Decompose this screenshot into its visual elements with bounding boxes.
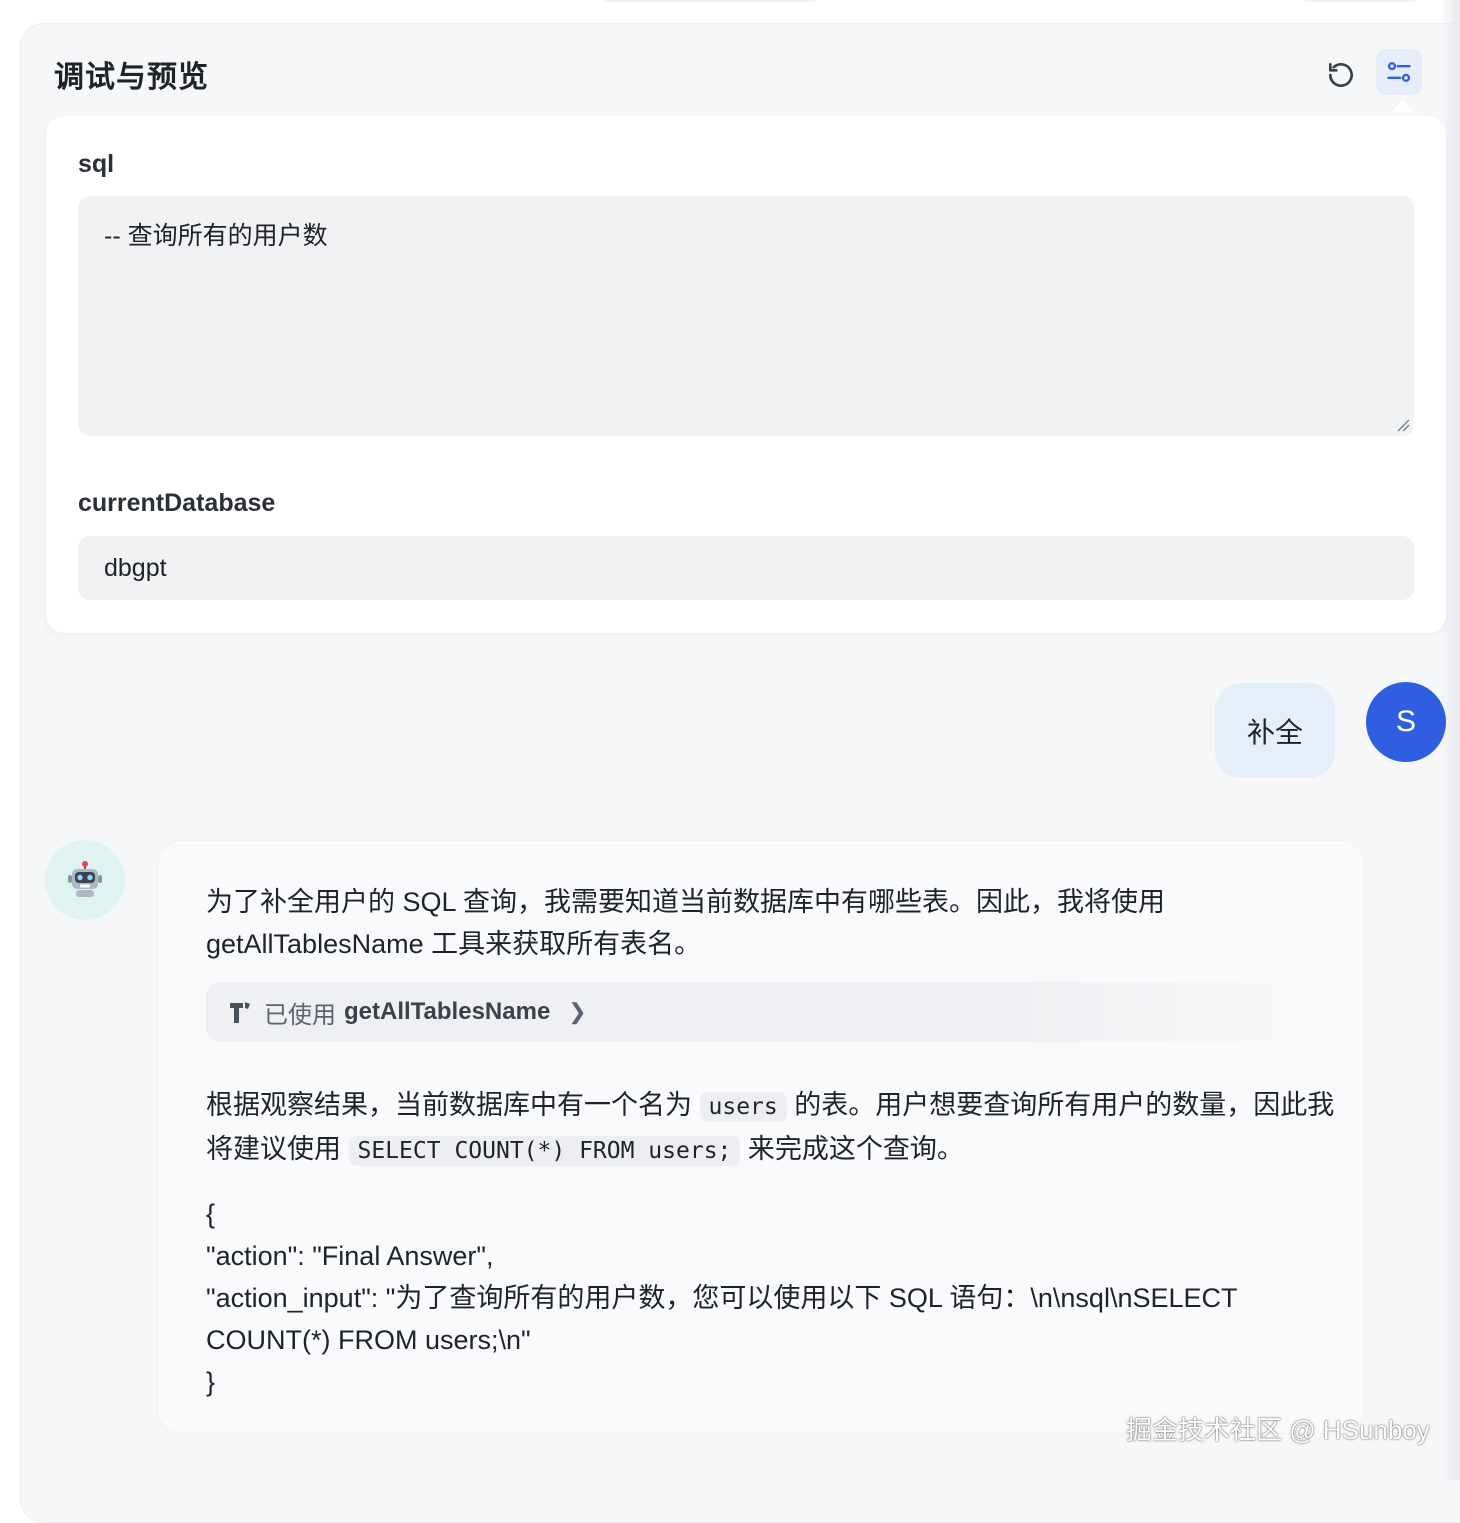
refresh-icon <box>1329 62 1353 87</box>
current-database-input[interactable]: dbgpt <box>78 536 1414 600</box>
bot-intro-text: 为了补全用户的 SQL 查询，我需要知道当前数据库中有哪些表。因此，我将使用 g… <box>206 887 1166 959</box>
settings-button[interactable] <box>1376 49 1422 95</box>
popover-arrow <box>1392 100 1414 112</box>
tool-icon <box>230 1002 250 1023</box>
user-message-text: 补全 <box>1246 715 1303 749</box>
chevron-right-icon: ❯ <box>568 999 587 1024</box>
parameter-form: sql -- 查询所有的用户数 currentDatabase dbgpt <box>46 116 1446 633</box>
user-avatar-letter: S <box>1395 705 1416 738</box>
user-message-bubble: 补全 <box>1215 683 1335 778</box>
observation-part-a: 根据观察结果，当前数据库中有一个名为 <box>206 1090 700 1120</box>
sliders-icon <box>1387 62 1411 82</box>
tool-used-prefix: 已使用 <box>264 1001 336 1029</box>
watermark: 掘金技术社区 @ HSunboy <box>1126 1415 1430 1445</box>
user-avatar[interactable]: S <box>1366 682 1446 762</box>
resize-handle-icon[interactable] <box>1396 418 1410 432</box>
sql-textarea-value: -- 查询所有的用户数 <box>104 222 328 250</box>
sql-textarea[interactable]: -- 查询所有的用户数 <box>78 196 1414 436</box>
observation-text: 根据观察结果，当前数据库中有一个名为 users 的表。用户想要查询所有用户的数… <box>206 1084 1336 1172</box>
bot-message-card: 为了补全用户的 SQL 查询，我需要知道当前数据库中有哪些表。因此，我将使用 g… <box>157 840 1365 1434</box>
json-line: } <box>206 1367 216 1397</box>
panel-title: 调试与预览 <box>54 60 209 95</box>
bot-avatar <box>45 840 125 920</box>
json-line: { <box>206 1199 216 1229</box>
observation-part-c: 来完成这个查询。 <box>740 1134 964 1164</box>
inline-code-users: users <box>699 1092 787 1122</box>
top-edge-element <box>600 0 820 2</box>
inline-code-select: SELECT COUNT(*) FROM users; <box>348 1136 741 1166</box>
json-line: "action": "Final Answer", <box>206 1241 494 1271</box>
current-database-label: currentDatabase <box>78 489 276 517</box>
tool-usage-toggle[interactable]: 已使用 getAllTablesName ❯ <box>206 982 1326 1042</box>
robot-icon <box>68 861 102 897</box>
refresh-button[interactable] <box>1320 54 1362 96</box>
final-answer-json: { "action": "Final Answer", "action_inpu… <box>206 1193 1336 1403</box>
tool-name: getAllTablesName <box>344 998 551 1025</box>
json-line: "action_input": "为了查询所有的用户数，您可以使用以下 SQL … <box>206 1283 1238 1355</box>
sql-label: sql <box>78 150 115 178</box>
top-edge-element <box>1300 0 1420 2</box>
current-database-value: dbgpt <box>104 553 167 582</box>
